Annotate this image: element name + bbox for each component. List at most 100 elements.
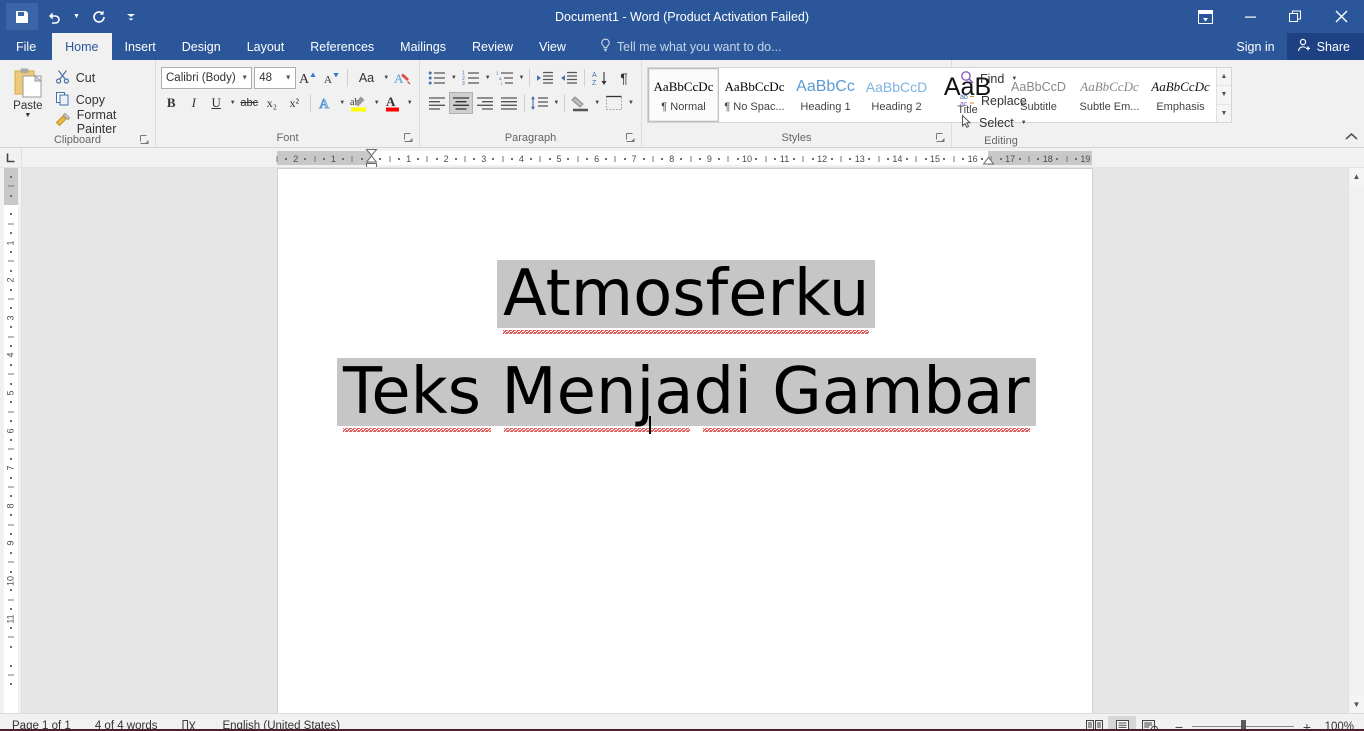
shrink-font-icon[interactable]: A	[321, 67, 342, 89]
multilevel-caret-icon[interactable]: ▼	[517, 75, 527, 81]
numbering-icon[interactable]: 123	[459, 67, 483, 89]
subscript-button[interactable]: x₂	[262, 92, 283, 114]
paste-dropdown-icon[interactable]: ▼	[24, 112, 31, 119]
cut-button[interactable]: Cut	[51, 68, 150, 88]
undo-icon[interactable]	[38, 3, 70, 30]
vertical-scrollbar[interactable]: ▲ ▼	[1348, 168, 1364, 713]
text-effects-icon[interactable]: A	[315, 92, 336, 114]
left-tab-stop-icon[interactable]	[0, 148, 22, 167]
tab-file[interactable]: File	[0, 33, 53, 60]
text-highlight-icon[interactable]: ab	[348, 92, 370, 114]
borders-caret-icon[interactable]: ▼	[626, 100, 636, 106]
horizontal-ruler[interactable]: 2 1 1 2 3 4 5 6 7 8 9 10 11 12 13 14 15 16 17 18 19	[22, 148, 1348, 167]
select-button[interactable]: Select ▼	[957, 112, 1032, 133]
font-name-caret-icon[interactable]: ▼	[241, 75, 248, 82]
vertical-ruler[interactable]: 1 2 3 4 5 6 7 8 9 10 11	[0, 168, 22, 713]
tab-mailings[interactable]: Mailings	[387, 33, 459, 60]
justify-icon[interactable]	[497, 92, 521, 114]
font-size-input[interactable]: 48 ▼	[254, 67, 296, 89]
style-no-spacing[interactable]: AaBbCcDc ¶ No Spac...	[719, 68, 790, 122]
tab-home[interactable]: Home	[52, 33, 112, 60]
align-right-icon[interactable]	[473, 92, 497, 114]
style-subtle-emphasis[interactable]: AaBbCcDc Subtle Em...	[1074, 68, 1145, 122]
multilevel-list-icon[interactable]: 1ai	[493, 67, 517, 89]
document-line[interactable]: Atmosferku	[497, 260, 876, 328]
copy-button[interactable]: Copy	[51, 90, 150, 110]
tab-references[interactable]: References	[297, 33, 387, 60]
line-spacing-caret-icon[interactable]: ▼	[551, 100, 561, 106]
tab-insert[interactable]: Insert	[112, 33, 169, 60]
style-emphasis[interactable]: AaBbCcDc Emphasis	[1145, 68, 1216, 122]
document-line[interactable]: Teks Menjadi Gambar	[337, 358, 1036, 426]
tab-view[interactable]: View	[526, 33, 579, 60]
indent-marker-icon[interactable]	[365, 148, 378, 167]
scroll-down-icon[interactable]: ▼	[1217, 86, 1231, 105]
font-size-caret-icon[interactable]: ▼	[285, 75, 292, 82]
bullets-caret-icon[interactable]: ▼	[449, 75, 459, 81]
paste-button[interactable]: Paste ▼	[5, 65, 51, 119]
highlight-caret-icon[interactable]: ▼	[372, 100, 381, 106]
select-caret-icon[interactable]: ▼	[1019, 120, 1029, 126]
shading-caret-icon[interactable]: ▼	[592, 100, 602, 106]
style-heading-2[interactable]: AaBbCcD Heading 2	[861, 68, 932, 122]
increase-indent-icon[interactable]	[557, 67, 581, 89]
underline-button[interactable]: U	[206, 92, 227, 114]
redo-icon[interactable]	[83, 3, 115, 30]
align-left-icon[interactable]	[425, 92, 449, 114]
bullets-icon[interactable]	[425, 67, 449, 89]
numbering-caret-icon[interactable]: ▼	[483, 75, 493, 81]
save-icon[interactable]	[6, 3, 38, 30]
shading-icon[interactable]	[568, 92, 592, 114]
styles-dialog-launcher[interactable]	[935, 132, 946, 143]
text-effects-caret-icon[interactable]: ▼	[338, 100, 347, 106]
restore-icon[interactable]	[1273, 0, 1318, 33]
more-styles-icon[interactable]: ▼	[1217, 104, 1231, 122]
clipboard-dialog-launcher[interactable]	[139, 134, 150, 145]
underline-caret-icon[interactable]: ▼	[229, 100, 238, 106]
style-normal[interactable]: AaBbCcDc ¶ Normal	[648, 68, 719, 122]
document-canvas[interactable]: Atmosferku Teks Menjadi Gambar	[22, 168, 1348, 713]
undo-dropdown-icon[interactable]: ▼	[70, 3, 83, 30]
right-indent-marker-icon[interactable]	[982, 153, 995, 167]
scroll-up-icon[interactable]: ▲	[1349, 168, 1364, 185]
italic-button[interactable]: I	[184, 92, 205, 114]
styles-scrollbar[interactable]: ▲ ▼ ▼	[1216, 68, 1231, 122]
grow-font-icon[interactable]: A	[298, 67, 319, 89]
strikethrough-button[interactable]: abc	[239, 92, 260, 114]
tab-layout[interactable]: Layout	[234, 33, 298, 60]
change-case-caret-icon[interactable]: ▼	[382, 75, 391, 81]
borders-icon[interactable]	[602, 92, 626, 114]
font-name-input[interactable]: Calibri (Body) ▼	[161, 67, 253, 89]
sign-in-button[interactable]: Sign in	[1224, 33, 1286, 60]
sort-icon[interactable]: AZ	[588, 67, 612, 89]
close-icon[interactable]	[1318, 0, 1364, 33]
document-page[interactable]: Atmosferku Teks Menjadi Gambar	[277, 168, 1093, 713]
paragraph-dialog-launcher[interactable]	[625, 132, 636, 143]
tab-design[interactable]: Design	[169, 33, 234, 60]
style-heading-1[interactable]: AaBbCc Heading 1	[790, 68, 861, 122]
line-spacing-icon[interactable]	[528, 92, 552, 114]
share-button[interactable]: Share	[1286, 33, 1364, 60]
format-painter-button[interactable]: Format Painter	[51, 108, 150, 136]
ribbon-display-options-icon[interactable]	[1183, 0, 1228, 33]
customize-qat-icon[interactable]	[115, 3, 147, 30]
change-case-button[interactable]: Aa	[353, 67, 380, 89]
find-button[interactable]: Find ▼	[957, 68, 1032, 89]
align-center-icon[interactable]	[448, 92, 473, 114]
tab-review[interactable]: Review	[459, 33, 526, 60]
bold-button[interactable]: B	[161, 92, 182, 114]
font-color-caret-icon[interactable]: ▼	[406, 100, 415, 106]
superscript-button[interactable]: x²	[284, 92, 305, 114]
clear-formatting-icon[interactable]: A	[393, 67, 414, 89]
font-color-icon[interactable]: A	[383, 92, 404, 114]
show-marks-icon[interactable]: ¶	[612, 67, 636, 89]
tell-me-box[interactable]: Tell me what you want to do...	[599, 33, 782, 60]
collapse-ribbon-icon[interactable]	[1345, 132, 1358, 144]
minimize-icon[interactable]	[1228, 0, 1273, 33]
find-caret-icon[interactable]: ▼	[1009, 76, 1019, 82]
decrease-indent-icon[interactable]	[533, 67, 557, 89]
scroll-down-icon[interactable]: ▼	[1349, 696, 1364, 713]
scroll-up-icon[interactable]: ▲	[1217, 68, 1231, 87]
font-dialog-launcher[interactable]	[403, 132, 414, 143]
replace-button[interactable]: ab ac Replace	[957, 90, 1032, 111]
